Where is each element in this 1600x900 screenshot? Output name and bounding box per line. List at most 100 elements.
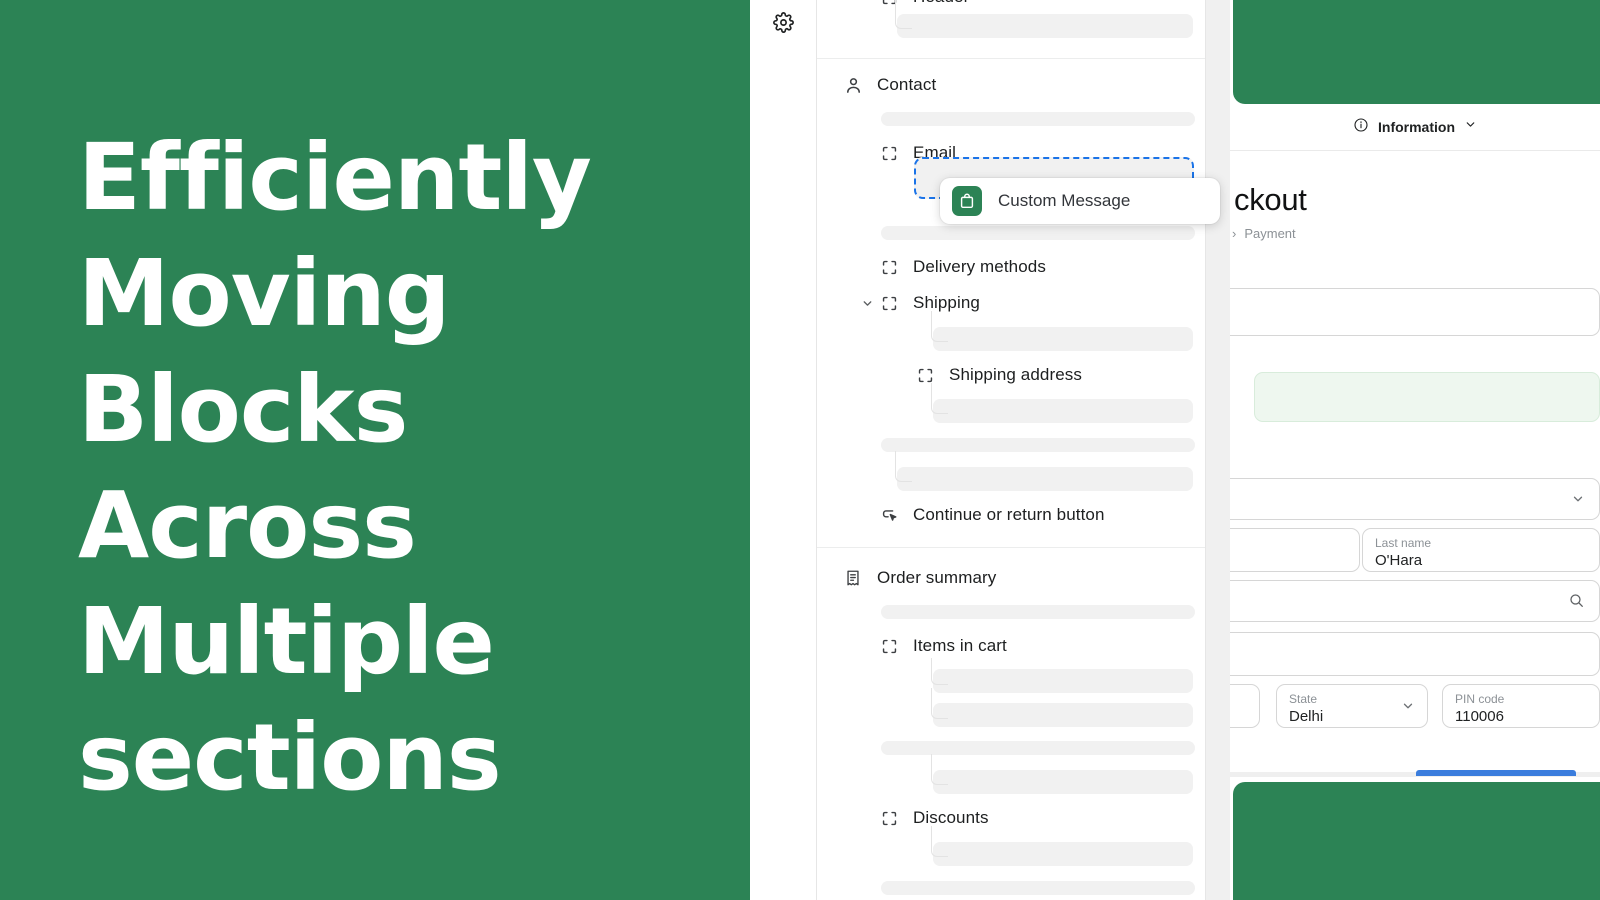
drag-ghost-label: Custom Message bbox=[998, 191, 1131, 210]
tree-elbow-connector bbox=[931, 754, 948, 785]
state-value: Delhi bbox=[1289, 708, 1324, 726]
apartment-field[interactable]: tional) vk bbox=[1230, 632, 1600, 676]
pin-code-field[interactable]: PIN code 110006 bbox=[1442, 684, 1600, 728]
placeholder-row bbox=[817, 451, 1205, 497]
pin-code-value: 110006 bbox=[1455, 708, 1504, 726]
information-toggle[interactable]: Information bbox=[1230, 104, 1600, 151]
skeleton-separator bbox=[881, 881, 1195, 895]
placeholder-row bbox=[817, 688, 1205, 732]
state-select[interactable]: State Delhi bbox=[1276, 684, 1428, 728]
tree-row-delivery-methods[interactable]: Delivery methods bbox=[817, 249, 1205, 285]
person-icon bbox=[843, 75, 863, 95]
skeleton-separator bbox=[881, 226, 1195, 240]
screenshot-root: Efficiently Moving Blocks Across Multipl… bbox=[0, 0, 1600, 900]
apartment-value: vk bbox=[1230, 655, 1587, 675]
tree-row-items-in-cart[interactable]: Items in cart bbox=[817, 628, 1205, 664]
skeleton-separator bbox=[881, 112, 1195, 126]
tree-row-label: Shipping address bbox=[949, 365, 1082, 384]
tree-elbow-connector bbox=[931, 383, 948, 414]
tree-elbow-connector bbox=[931, 658, 948, 685]
last-name-value: O'Hara bbox=[1375, 552, 1423, 570]
information-label: Information bbox=[1378, 119, 1455, 135]
tree-row-shipping[interactable]: Shipping bbox=[817, 285, 1205, 321]
skeleton-bar bbox=[933, 842, 1193, 866]
placeholder-row bbox=[817, 658, 1205, 698]
city-field[interactable] bbox=[1230, 684, 1260, 728]
promo-banner bbox=[1254, 372, 1600, 422]
skeleton-bar bbox=[933, 669, 1193, 693]
skeleton-separator bbox=[881, 605, 1195, 619]
tree-elbow-connector bbox=[931, 826, 948, 857]
tree-row-contact[interactable]: Contact bbox=[817, 67, 1205, 103]
info-circle-icon bbox=[1353, 117, 1369, 138]
last-name-field[interactable]: Last name O'Hara bbox=[1362, 528, 1600, 572]
preview-viewport: Information ckout › Payment mber e.com a… bbox=[1230, 0, 1600, 900]
gear-icon bbox=[772, 12, 794, 38]
tree-row-label: Discounts bbox=[913, 808, 989, 827]
preview-banner bbox=[1233, 0, 1600, 104]
chevron-right-icon: › bbox=[1232, 226, 1237, 241]
tree-row-discounts[interactable]: Discounts bbox=[817, 800, 1205, 836]
preview-gutter bbox=[1206, 0, 1230, 900]
tree-section-header: Header bbox=[817, 0, 1205, 59]
breadcrumb-item-payment: Payment bbox=[1244, 226, 1296, 241]
block-icon bbox=[915, 365, 935, 385]
block-icon bbox=[879, 257, 899, 277]
tree-elbow-connector bbox=[895, 451, 912, 482]
placeholder-row bbox=[817, 754, 1205, 800]
skeleton-bar bbox=[933, 703, 1193, 727]
placeholder-row bbox=[817, 0, 1205, 44]
shopping-bag-icon bbox=[952, 186, 982, 216]
tree-row-label: Shipping bbox=[913, 293, 980, 312]
tree-row-label: Contact bbox=[877, 75, 937, 94]
placeholder-row bbox=[817, 826, 1205, 872]
tree-row-label: Header bbox=[913, 0, 969, 7]
tree-row-shipping-address[interactable]: Shipping address bbox=[817, 357, 1205, 393]
primary-action-button[interactable] bbox=[1416, 770, 1576, 776]
skeleton-separator bbox=[881, 438, 1195, 452]
email-field-value: e.com bbox=[1230, 311, 1587, 331]
skeleton-bar bbox=[933, 399, 1193, 423]
tree-row-label: Continue or return button bbox=[913, 505, 1105, 524]
country-select[interactable] bbox=[1230, 478, 1600, 520]
cursor-click-icon bbox=[879, 505, 899, 525]
placeholder-row bbox=[817, 311, 1205, 357]
chevron-down-icon[interactable] bbox=[1464, 118, 1477, 136]
apartment-label: tional) bbox=[1230, 640, 1587, 654]
state-label: State bbox=[1289, 692, 1318, 706]
search-icon[interactable] bbox=[1568, 592, 1585, 614]
checkout-heading: ckout bbox=[1234, 182, 1307, 217]
address-field[interactable] bbox=[1230, 580, 1600, 622]
last-name-label: Last name bbox=[1375, 536, 1432, 550]
tree-elbow-connector bbox=[895, 0, 912, 29]
drag-ghost-custom-message[interactable]: Custom Message bbox=[940, 178, 1220, 224]
skeleton-bar bbox=[933, 770, 1193, 794]
tree-row-label: Order summary bbox=[877, 568, 997, 587]
settings-button[interactable] bbox=[769, 11, 797, 39]
block-icon bbox=[879, 636, 899, 656]
chevron-down-icon bbox=[1571, 492, 1585, 511]
skeleton-bar bbox=[897, 467, 1193, 491]
first-name-field[interactable] bbox=[1230, 528, 1360, 572]
tree-section-order-summary: Order summary Items in cart Discounts bbox=[817, 548, 1205, 900]
editor-rail bbox=[750, 0, 816, 900]
tree-elbow-connector bbox=[931, 688, 948, 719]
chevron-down-icon[interactable] bbox=[859, 295, 875, 311]
page-title: Efficiently Moving Blocks Across Multipl… bbox=[78, 124, 592, 811]
placeholder-row bbox=[817, 383, 1205, 429]
tree-row-label: Delivery methods bbox=[913, 257, 1046, 276]
tree-section-contact: Contact Email Delivery methods Shipping … bbox=[817, 59, 1205, 548]
tree-row-order-summary[interactable]: Order summary bbox=[817, 560, 1205, 596]
skeleton-separator bbox=[881, 741, 1195, 755]
email-field-label: mber bbox=[1230, 296, 1587, 310]
tree-row-continue-return-button[interactable]: Continue or return button bbox=[817, 497, 1205, 533]
email-field[interactable]: mber e.com bbox=[1230, 288, 1600, 336]
block-icon bbox=[879, 808, 899, 828]
chevron-down-icon bbox=[1401, 699, 1415, 718]
skeleton-bar bbox=[933, 327, 1193, 351]
block-tree-panel: Header Contact bbox=[816, 0, 1206, 900]
pin-code-label: PIN code bbox=[1455, 692, 1505, 706]
block-icon bbox=[879, 293, 899, 313]
tree-row[interactable]: Header bbox=[817, 0, 1205, 6]
tree-row-label: Items in cart bbox=[913, 636, 1007, 655]
